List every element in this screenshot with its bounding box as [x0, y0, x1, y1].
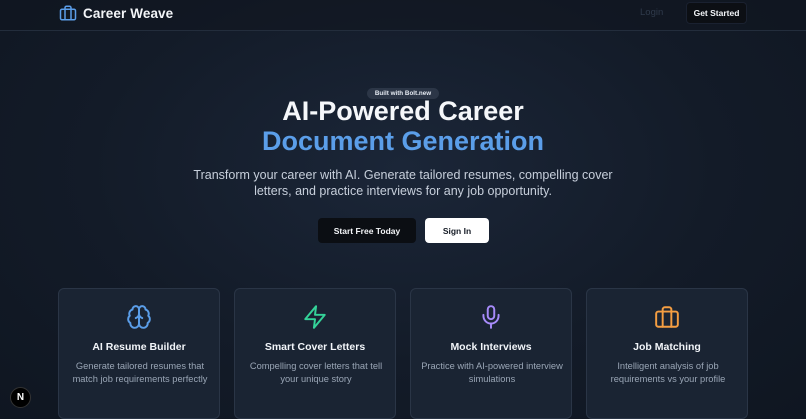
feature-card-job-matching: Job Matching Intelligent analysis of job… [586, 288, 748, 419]
briefcase-icon [59, 5, 77, 21]
feature-desc: Generate tailored resumes that match job… [72, 361, 208, 384]
get-started-button[interactable]: Get Started [686, 2, 747, 24]
feature-card-cover-letters: Smart Cover Letters Compelling cover let… [234, 288, 396, 419]
feature-title: Job Matching [633, 341, 701, 353]
dev-tools-badge[interactable]: N [10, 387, 31, 408]
hero-title: AI-Powered Career Document Generation [0, 96, 806, 156]
hero-subtitle: Transform your career with AI. Generate … [193, 168, 613, 198]
brand[interactable]: Career Weave [59, 4, 173, 22]
start-free-button[interactable]: Start Free Today [318, 218, 416, 243]
brand-name: Career Weave [83, 5, 174, 21]
hero-title-line1: AI-Powered Career [282, 96, 524, 126]
feature-card-interviews: Mock Interviews Practice with AI-powered… [410, 288, 572, 419]
sign-in-button[interactable]: Sign In [425, 218, 489, 243]
brain-icon [127, 305, 151, 329]
mic-icon [482, 305, 500, 329]
briefcase-icon [655, 306, 679, 328]
zap-icon [304, 305, 326, 329]
navbar: Career Weave Login Get Started [0, 0, 806, 31]
feature-title: AI Resume Builder [92, 341, 186, 353]
feature-desc: Intelligent analysis of job requirements… [610, 361, 726, 384]
feature-title: Smart Cover Letters [264, 341, 366, 353]
feature-desc: Practice with AI-powered interview simul… [421, 361, 563, 384]
feature-title: Mock Interviews [450, 341, 532, 353]
login-link[interactable]: Login [640, 7, 663, 18]
hero-title-line2: Document Generation [261, 126, 545, 156]
feature-card-resume: AI Resume Builder Generate tailored resu… [58, 288, 220, 419]
feature-desc: Compelling cover letters that tell your … [249, 361, 383, 384]
